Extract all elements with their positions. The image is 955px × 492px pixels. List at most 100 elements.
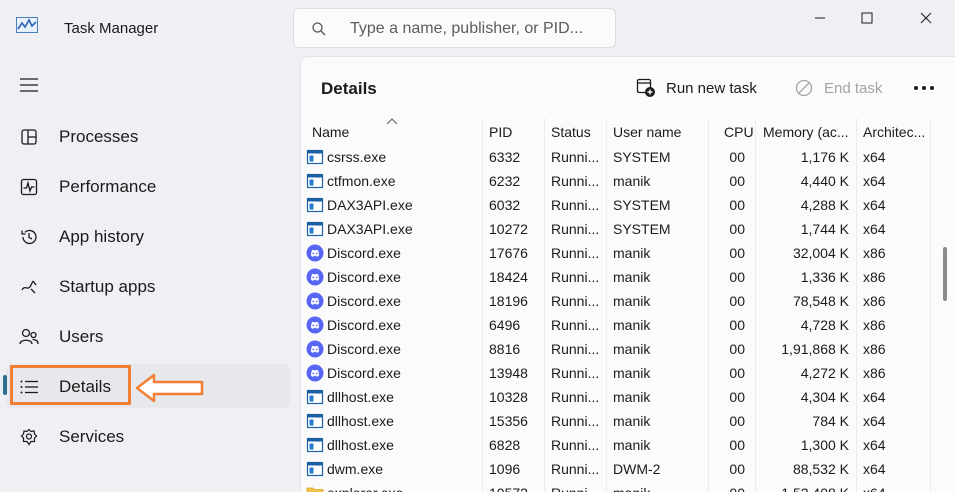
process-architecture: x64 [863,437,886,453]
table-row[interactable]: explorer.exe 10572 Runni... manik00 1,52,408… [301,481,941,492]
process-pid: 15356 [489,413,528,429]
process-name: Discord.exe [327,245,401,261]
process-user: manik [613,413,651,429]
process-cpu: 00 [711,485,745,492]
task-manager-window: Task Manager Type a name, publisher, or … [0,0,955,492]
table-row[interactable]: Discord.exe 18424 Runni... manik 00 1,336 K x8… [301,265,941,289]
process-architecture: x64 [863,413,886,429]
app-title: Task Manager [64,20,159,37]
process-status: Runni... [551,173,600,189]
exe-icon [306,220,324,238]
table-row[interactable]: DAX3API.exe 10272 Runni... SYSTEM 00 1,744 K x… [301,217,941,241]
run-new-task-button[interactable]: Run new task [636,75,757,101]
minimize-button[interactable] [797,5,843,31]
process-name: Discord.exe [327,341,401,357]
process-name: dllhost.exe [327,413,394,429]
process-name: Discord.exe [327,317,401,333]
table-row[interactable]: csrss.exe 6332 Runni... SYSTEM 00 1,176 K x64 [301,145,941,169]
column-header-status[interactable]: Status [551,124,603,142]
column-header-cpu[interactable]: CPU [724,124,754,142]
process-status: Runni... [551,293,600,309]
discord-icon [306,364,324,382]
table-row[interactable]: Discord.exe 8816 Runni... manik 00 1,91,868 K… [301,337,941,361]
process-memory: 1,300 K [800,437,849,453]
vertical-scrollbar[interactable] [943,247,947,301]
sidebar-item-startup-apps[interactable]: Startup apps [6,264,290,308]
selected-item-indicator [3,375,7,395]
process-status: Runni... [551,317,600,333]
sidebar-item-services[interactable]: Services [6,414,290,458]
table-row[interactable]: Discord.exe 13948 Runni... manik 00 4,272 K x8… [301,361,941,385]
sidebar-item-label: App history [59,227,145,246]
sidebar-item-label: Performance [59,177,157,196]
more-options-button[interactable] [911,75,937,101]
process-pid: 10272 [489,221,528,237]
process-architecture: x64 [863,197,886,213]
close-button[interactable] [903,5,949,31]
process-user: SYSTEM [613,197,671,213]
column-header-pid[interactable]: PID [489,124,539,142]
column-header-name[interactable]: Name [312,124,432,142]
process-memory: 1,176 K [800,149,849,165]
exe-icon [306,436,324,454]
process-status: Runni... [551,149,600,165]
process-pid: 6232 [489,173,521,189]
column-header-memory[interactable]: Memory (ac... [763,124,853,142]
sidebar-item-users[interactable]: Users [6,314,290,358]
process-status: Runni... [551,485,603,492]
table-row[interactable]: dllhost.exe 6828 Runni... manik 00 1,300 K x64 [301,433,941,457]
column-header-architecture[interactable]: Architec... [863,124,929,142]
process-user: manik [613,173,651,189]
search-input[interactable] [350,16,608,42]
process-memory: 4,728 K [800,317,849,333]
table-row[interactable]: Discord.exe 17676 Runni... manik 00 32,004 K x… [301,241,941,265]
table-row[interactable]: DAX3API.exe 6032 Runni... SYSTEM 00 4,288 K x6… [301,193,941,217]
column-header-user-name[interactable]: User name [613,124,705,142]
sidebar-item-label: Startup apps [59,277,156,296]
process-status: Runni... [551,245,600,261]
exe-icon [306,388,324,406]
process-user: manik [613,485,713,492]
hamburger-menu-button[interactable] [14,72,44,98]
exe-icon [306,412,324,430]
app-history-icon [18,226,40,248]
table-row[interactable]: dwm.exe 1096 Runni... DWM-2 00 88,532 K x64 [301,457,941,481]
sidebar-item-label: Users [59,327,104,346]
process-user: SYSTEM [613,221,671,237]
process-cpu: 00 [729,221,745,237]
minimize-icon [815,17,825,19]
process-user: manik [613,341,651,357]
maximize-button[interactable] [844,5,890,31]
process-cpu: 00 [729,437,745,453]
process-architecture: x64 [863,173,886,189]
sidebar-item-app-history[interactable]: App history [6,214,290,258]
process-cpu: 00 [729,269,745,285]
process-cpu: 00 [729,293,745,309]
sidebar-item-label: Processes [59,127,139,146]
search-box[interactable] [293,8,616,48]
process-pid: 18424 [489,269,528,285]
process-status: Runni... [551,365,600,381]
table-row[interactable]: Discord.exe 6496 Runni... manik 00 4,728 K x86 [301,313,941,337]
process-cpu: 00 [729,197,745,213]
process-status: Runni... [551,269,600,285]
process-status: Runni... [551,221,600,237]
hamburger-icon [20,78,38,92]
process-architecture: x86 [863,341,886,357]
process-user: DWM-2 [613,461,661,477]
run-new-task-icon [636,78,655,97]
sidebar: Processes Performance App history Startu… [0,56,300,492]
process-cpu: 00 [729,461,745,477]
table-row[interactable]: dllhost.exe 10328 Runni... manik 00 4,304 K x6… [301,385,941,409]
process-memory: 1,744 K [800,221,849,237]
process-architecture: x86 [863,245,886,261]
table-row[interactable]: dllhost.exe 15356 Runni... manik 00 784 K x64 [301,409,941,433]
sidebar-item-performance[interactable]: Performance [6,164,290,208]
table-row[interactable]: ctfmon.exe 6232 Runni... manik 00 4,440 K x64 [301,169,941,193]
process-name: explorer.exe [327,485,477,492]
sidebar-item-processes[interactable]: Processes [6,114,290,158]
table-row[interactable]: Discord.exe 18196 Runni... manik 00 78,548 K x… [301,289,941,313]
performance-icon [18,176,40,198]
end-task-button[interactable]: End task [795,75,882,101]
process-architecture: x86 [863,269,886,285]
